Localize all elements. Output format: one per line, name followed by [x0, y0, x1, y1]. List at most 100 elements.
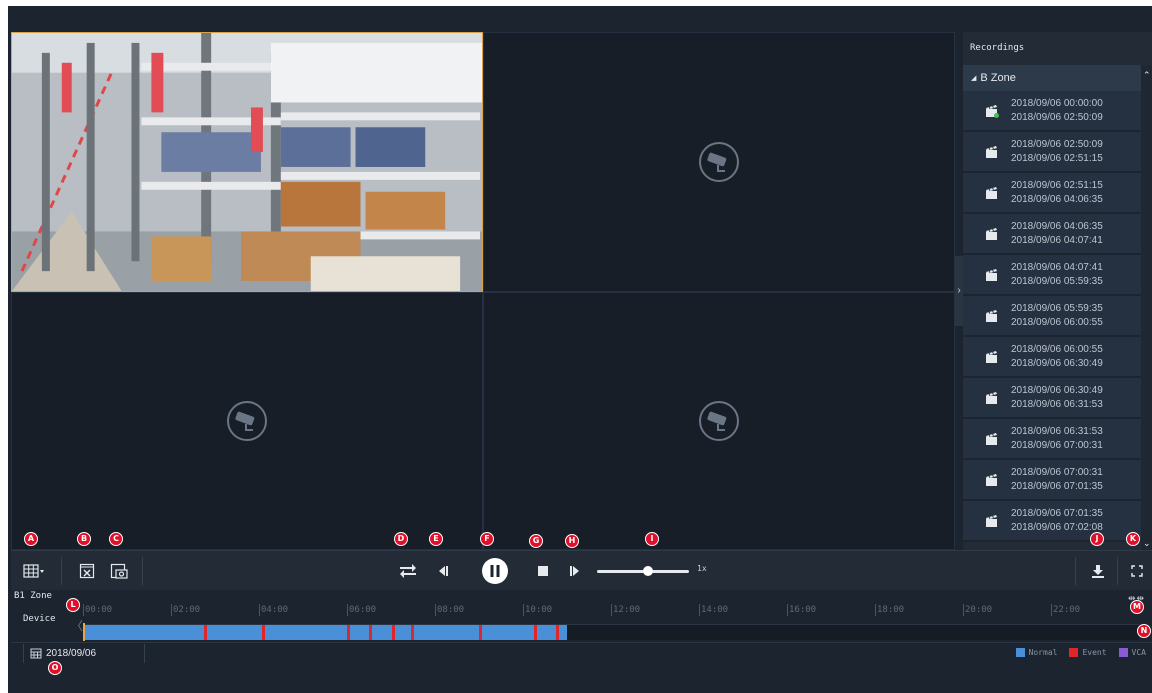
recording-item[interactable]: 2018/09/06 00:00:00 2018/09/06 02:50:09 [963, 91, 1141, 132]
event-recording-mark[interactable] [534, 625, 537, 640]
fullscreen-icon [1131, 565, 1143, 577]
date-value: 2018/09/06 [46, 648, 97, 659]
legend-label: Event [1082, 648, 1107, 657]
callout-marker-j: J [1090, 532, 1104, 546]
recording-item[interactable]: 2018/09/06 02:50:09 2018/09/06 02:51:15 [963, 132, 1141, 173]
step-backward-button[interactable] [431, 551, 455, 591]
video-window-2[interactable] [483, 32, 955, 292]
download-button[interactable] [1085, 551, 1111, 591]
video-clip-icon [986, 269, 997, 281]
callout-marker-d: D [394, 532, 408, 546]
playback-window: › Recordings ◢ B Zone 2018/09/06 00:00:00… [0, 0, 1152, 693]
legend-swatch [1015, 648, 1025, 657]
scroll-down-icon[interactable]: ⌄ [1143, 538, 1151, 549]
event-recording-mark[interactable] [556, 625, 559, 640]
legend-item: Normal [1015, 648, 1058, 657]
fullscreen-button[interactable] [1125, 551, 1149, 591]
callout-marker-m: M [1130, 600, 1144, 614]
timeline-tick-label: 04:00 [259, 604, 289, 616]
toolbar-separator [142, 557, 143, 585]
recording-end-time: 2018/09/06 07:02:08 [1011, 522, 1103, 533]
video-clip-icon [986, 310, 997, 322]
timeline-legend: Normal Event VCA [1015, 648, 1146, 657]
legend-item: Event [1069, 648, 1107, 657]
recording-end-time: 2018/09/06 07:01:35 [1011, 481, 1103, 492]
recording-item[interactable]: 2018/09/06 07:00:31 2018/09/06 07:01:35 [963, 460, 1141, 501]
recording-end-time: 2018/09/06 04:06:35 [1011, 194, 1103, 205]
event-recording-mark[interactable] [204, 625, 207, 640]
zone-label: B Zone [980, 72, 1016, 84]
event-recording-mark[interactable] [347, 625, 350, 640]
timeline-tick-label: 08:00 [435, 604, 465, 616]
recording-start-time: 2018/09/06 04:07:41 [1011, 262, 1103, 273]
recording-start-time: 2018/09/06 07:01:35 [1011, 508, 1103, 519]
timeline-track[interactable] [83, 623, 1139, 641]
pause-icon [482, 558, 508, 584]
camera-image [12, 33, 482, 291]
recording-item[interactable]: 2018/09/06 06:31:53 2018/09/06 07:00:31 [963, 419, 1141, 460]
recordings-scrollbar[interactable] [1141, 65, 1152, 550]
sync-playback-button[interactable] [395, 551, 421, 591]
timeline: B1 Zone Device 〈 00:00 02:00 04:00 06:00 08:… [11, 590, 1152, 642]
recording-start-time: 2018/09/06 00:00:00 [1011, 98, 1103, 109]
recording-start-time: 2018/09/06 04:06:35 [1011, 221, 1103, 232]
recordings-list: 2018/09/06 00:00:00 2018/09/06 02:50:09 20… [963, 91, 1141, 550]
legend-label: VCA [1131, 648, 1146, 657]
collapse-panel-handle[interactable]: › [955, 256, 963, 326]
event-recording-mark[interactable] [262, 625, 266, 640]
scroll-up-icon[interactable]: ⌃ [1143, 70, 1151, 81]
timeline-tick-label: 12:00 [611, 604, 641, 616]
event-recording-mark[interactable] [410, 625, 414, 640]
snapshot-button[interactable] [107, 551, 131, 591]
event-recording-mark[interactable] [479, 625, 482, 640]
playback-toolbar: 1x [11, 550, 1152, 590]
close-window-icon [79, 563, 95, 579]
timeline-tick-label: 14:00 [699, 604, 729, 616]
playback-cursor[interactable] [83, 623, 85, 641]
recording-start-time: 2018/09/06 02:50:09 [1011, 139, 1103, 150]
pause-button[interactable] [478, 551, 512, 591]
sync-arrows-icon [400, 564, 416, 578]
recording-start-time: 2018/09/06 05:59:35 [1011, 303, 1103, 314]
video-grid [11, 32, 955, 550]
recording-item[interactable]: 2018/09/06 04:07:41 2018/09/06 05:59:35 [963, 255, 1141, 296]
recording-item[interactable]: 2018/09/06 02:51:15 2018/09/06 04:06:35 [963, 173, 1141, 214]
video-clip-icon [986, 351, 997, 363]
recording-item[interactable]: 2018/09/06 06:00:55 2018/09/06 06:30:49 [963, 337, 1141, 378]
expand-triangle-icon: ◢ [971, 75, 977, 82]
recording-item[interactable]: 2018/09/06 05:59:35 2018/09/06 06:00:55 [963, 296, 1141, 337]
recording-end-time: 2018/09/06 04:07:41 [1011, 235, 1103, 246]
event-recording-mark[interactable] [392, 625, 396, 640]
recording-end-time: 2018/09/06 02:51:15 [1011, 153, 1103, 164]
stop-button[interactable] [531, 551, 555, 591]
recording-start-time: 2018/09/06 06:31:53 [1011, 426, 1103, 437]
close-all-windows-button[interactable] [75, 551, 99, 591]
step-forward-button[interactable] [563, 551, 587, 591]
video-window-4[interactable] [483, 292, 955, 550]
video-window-1[interactable] [11, 32, 483, 292]
callout-marker-e: E [429, 532, 443, 546]
timeline-device-label: Device [23, 614, 56, 624]
timeline-scroll-left-icon[interactable]: 〈 [71, 617, 83, 634]
stop-icon [538, 566, 548, 576]
event-recording-mark[interactable] [369, 625, 372, 640]
legend-label: Normal [1028, 648, 1058, 657]
recording-item[interactable]: 2018/09/06 04:06:35 2018/09/06 04:07:41 [963, 214, 1141, 255]
callout-marker-f: F [480, 532, 494, 546]
window-layout-button[interactable] [19, 551, 49, 591]
video-window-3[interactable] [11, 292, 483, 550]
recording-end-time: 2018/09/06 06:30:49 [1011, 358, 1103, 369]
zone-tree-node[interactable]: ◢ B Zone [963, 65, 1141, 91]
download-icon [1092, 565, 1104, 578]
recording-item[interactable]: 2018/09/06 06:30:49 2018/09/06 06:31:53 [963, 378, 1141, 419]
speed-slider-knob[interactable] [642, 566, 653, 576]
date-picker[interactable]: 2018/09/06 [23, 644, 145, 663]
timeline-tick-label: 00:00 [83, 604, 113, 616]
recording-item[interactable]: 2018/09/06 07:01:35 2018/09/06 07:02:08 [963, 501, 1141, 542]
timeline-tick-label: 02:00 [171, 604, 201, 616]
video-clip-icon [986, 433, 997, 445]
callout-marker-g: G [529, 534, 543, 548]
app-frame: › Recordings ◢ B Zone 2018/09/06 00:00:00… [8, 6, 1152, 693]
normal-recording-segment[interactable] [83, 625, 567, 640]
recordings-panel: Recordings ◢ B Zone 2018/09/06 00:00:00 20… [963, 32, 1152, 550]
